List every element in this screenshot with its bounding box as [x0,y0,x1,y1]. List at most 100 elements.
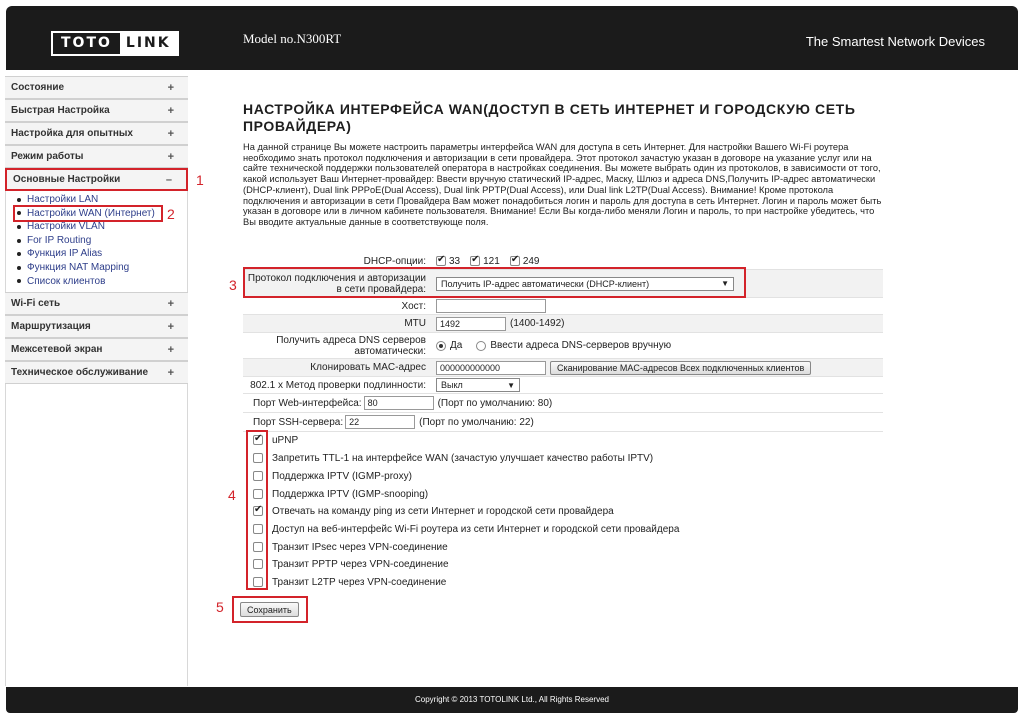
submenu-item-ip-alias[interactable]: Функция IP Alias [17,247,188,261]
sidebar-item-label: Состояние [11,82,65,93]
option-label: uPNP [272,434,299,446]
expand-plus-icon[interactable]: + [168,105,174,117]
mtu-input[interactable]: 1492 [436,316,506,331]
submenu-item-vlan[interactable]: Настройки VLAN [17,220,188,234]
sidebar-item-label: Режим работы [11,151,84,162]
sidebar-item-label: Основные Настройки [13,174,121,185]
option-igmp-snooping[interactable]: Поддержка IPTV (IGMP-snooping) [253,486,428,502]
sidebar-item-label: Wi-Fi сеть [11,298,61,310]
auth-method-value: Выкл [441,380,463,390]
sidebar-item-maintenance[interactable]: Техническое обслуживание + [5,361,188,385]
option-checkbox[interactable] [253,559,263,569]
sidebar-item-label: Техническое обслуживание [11,367,149,379]
submenu-item-nat-mapping[interactable]: Функция NAT Mapping [17,261,188,275]
ssh-port-row: Порт SSH-сервера: 22 (Порт по умолчанию:… [243,413,883,432]
auth-method-select[interactable]: Выкл ▼ [436,378,520,392]
option-checkbox[interactable] [253,504,263,516]
option-label: Поддержка IPTV (IGMP-snooping) [272,488,429,500]
expand-plus-icon[interactable]: + [168,367,174,379]
expand-plus-icon[interactable]: + [168,298,174,310]
expand-plus-icon[interactable]: + [168,321,174,333]
submenu-item-ip-routing[interactable]: For IP Routing [17,234,188,248]
dns-row: Получить адреса DNS серверов автоматичес… [243,333,883,359]
option-label: Отвечать на команду ping из сети Интерне… [272,505,614,517]
dns-auto-label: Да [450,340,463,351]
host-input[interactable] [436,299,546,313]
option-ping-response[interactable]: Отвечать на команду ping из сети Интерне… [253,503,614,519]
dhcp-option-33-label: 33 [449,255,461,267]
option-ipsec-passthrough[interactable]: Транзит IPsec через VPN-соединение [253,539,448,555]
option-label: Запретить TTL-1 на интерфейсе WAN (зачас… [272,452,654,464]
web-port-hint: (Порт по умолчанию: 80) [437,397,553,409]
save-button[interactable]: Сохранить [240,602,299,617]
sidebar-item-label: Настройка для опытных [11,128,133,139]
sidebar-item-wifi[interactable]: Wi-Fi сеть + [5,292,188,316]
option-checkbox[interactable] [253,524,263,534]
option-checkbox[interactable] [253,577,263,587]
option-upnp[interactable]: uPNP [253,432,298,448]
submenu-item-wan[interactable]: Настройки WAN (Интернет) [13,204,163,223]
mac-address-input[interactable]: 000000000000 [436,360,546,375]
annotation-number-4: 4 [228,487,236,503]
dhcp-option-249-checkbox[interactable] [509,254,520,266]
ssh-port-hint: (Порт по умолчанию: 22) [419,416,534,428]
option-ttl[interactable]: Запретить TTL-1 на интерфейсе WAN (зачас… [253,450,653,466]
option-checkbox[interactable] [253,471,263,481]
sidebar-item-firewall[interactable]: Межсетевой экран + [5,338,188,362]
copyright-text: Copyright © 2013 TOTOLINK Ltd., All Righ… [415,695,609,704]
expand-plus-icon[interactable]: + [168,344,174,356]
option-igmp-proxy[interactable]: Поддержка IPTV (IGMP-proxy) [253,468,412,484]
mtu-row: MTU 1492 (1400-1492) [243,315,883,333]
expand-plus-icon[interactable]: + [168,151,174,163]
sidebar-item-status[interactable]: Состояние + [5,76,188,99]
web-port-label: Порт Web-интерфейса: [253,397,362,409]
mac-clone-row: Клонировать MAC-адрес 000000000000 Скани… [243,359,883,377]
dhcp-option-33-checkbox[interactable] [436,254,446,266]
sidebar-item-operation-mode[interactable]: Режим работы + [5,145,188,168]
page-title: НАСТРОЙКА ИНТЕРФЕЙСА WAN(ДОСТУП В СЕТЬ И… [243,101,856,134]
option-label: Транзит IPsec через VPN-соединение [272,541,448,553]
ssh-port-input[interactable]: 22 [345,415,416,429]
option-checkbox[interactable] [253,453,263,463]
submenu-item-lan[interactable]: Настройки LAN [17,193,188,207]
sidebar-item-basic-settings[interactable]: Основные Настройки – [5,168,188,191]
web-port-row: Порт Web-интерфейса: 80 (Порт по умолчан… [243,394,883,413]
footer-bar: Copyright © 2013 TOTOLINK Ltd., All Righ… [6,687,1018,713]
option-l2tp-passthrough[interactable]: Транзит L2TP через VPN-соединение [253,574,446,590]
mtu-label: MTU [404,318,426,329]
sidebar-item-label: Межсетевой экран [11,344,103,356]
sidebar-item-label: Быстрая Настройка [11,105,110,116]
dhcp-options-label: DHCP-опции: [363,255,426,267]
mac-clone-label: Клонировать MAC-адрес [310,362,426,373]
option-label: Доступ на веб-интерфейс Wi-Fi роутера из… [272,523,680,535]
header-bar: TOTO LINK Model no.N300RT The Smartest N… [6,6,1018,70]
protocol-highlight-box [243,267,746,298]
dns-auto-radio[interactable] [436,340,446,351]
submenu-item-client-list[interactable]: Список клиентов [17,275,188,289]
option-checkbox[interactable] [253,489,263,499]
sidebar-item-advanced-setup[interactable]: Настройка для опытных + [5,122,188,145]
collapse-minus-icon[interactable]: – [166,174,172,186]
dns-manual-radio[interactable] [476,340,487,351]
tagline: The Smartest Network Devices [805,34,985,49]
option-remote-web-access[interactable]: Доступ на веб-интерфейс Wi-Fi роутера из… [253,521,679,537]
dhcp-option-121-label: 121 [483,255,500,267]
scan-mac-button[interactable]: Сканирование MAC-адресов Всех подключенн… [550,360,812,375]
sidebar-item-label: Маршрутизация [11,321,91,333]
option-checkbox[interactable] [253,433,263,445]
expand-plus-icon[interactable]: + [168,128,174,140]
option-pptp-passthrough[interactable]: Транзит PPTP через VPN-соединение [253,556,449,572]
mtu-range-hint: (1400-1492) [510,318,565,329]
sidebar-menu: Состояние + Быстрая Настройка + Настройка … [5,76,188,385]
ssh-port-label: Порт SSH-сервера: [253,416,344,428]
sidebar-item-routing[interactable]: Маршрутизация + [5,315,188,339]
host-row: Хост: [243,298,883,315]
annotation-number-1: 1 [196,172,204,188]
option-checkbox[interactable] [253,542,263,552]
brand-logo[interactable]: TOTO LINK [51,31,179,56]
dns-label: Получить адреса DNS серверов автоматичес… [276,334,426,357]
web-port-input[interactable]: 80 [363,396,434,410]
sidebar-item-quick-setup[interactable]: Быстрая Настройка + [5,99,188,122]
expand-plus-icon[interactable]: + [168,82,174,94]
dhcp-option-121-checkbox[interactable] [470,254,481,266]
